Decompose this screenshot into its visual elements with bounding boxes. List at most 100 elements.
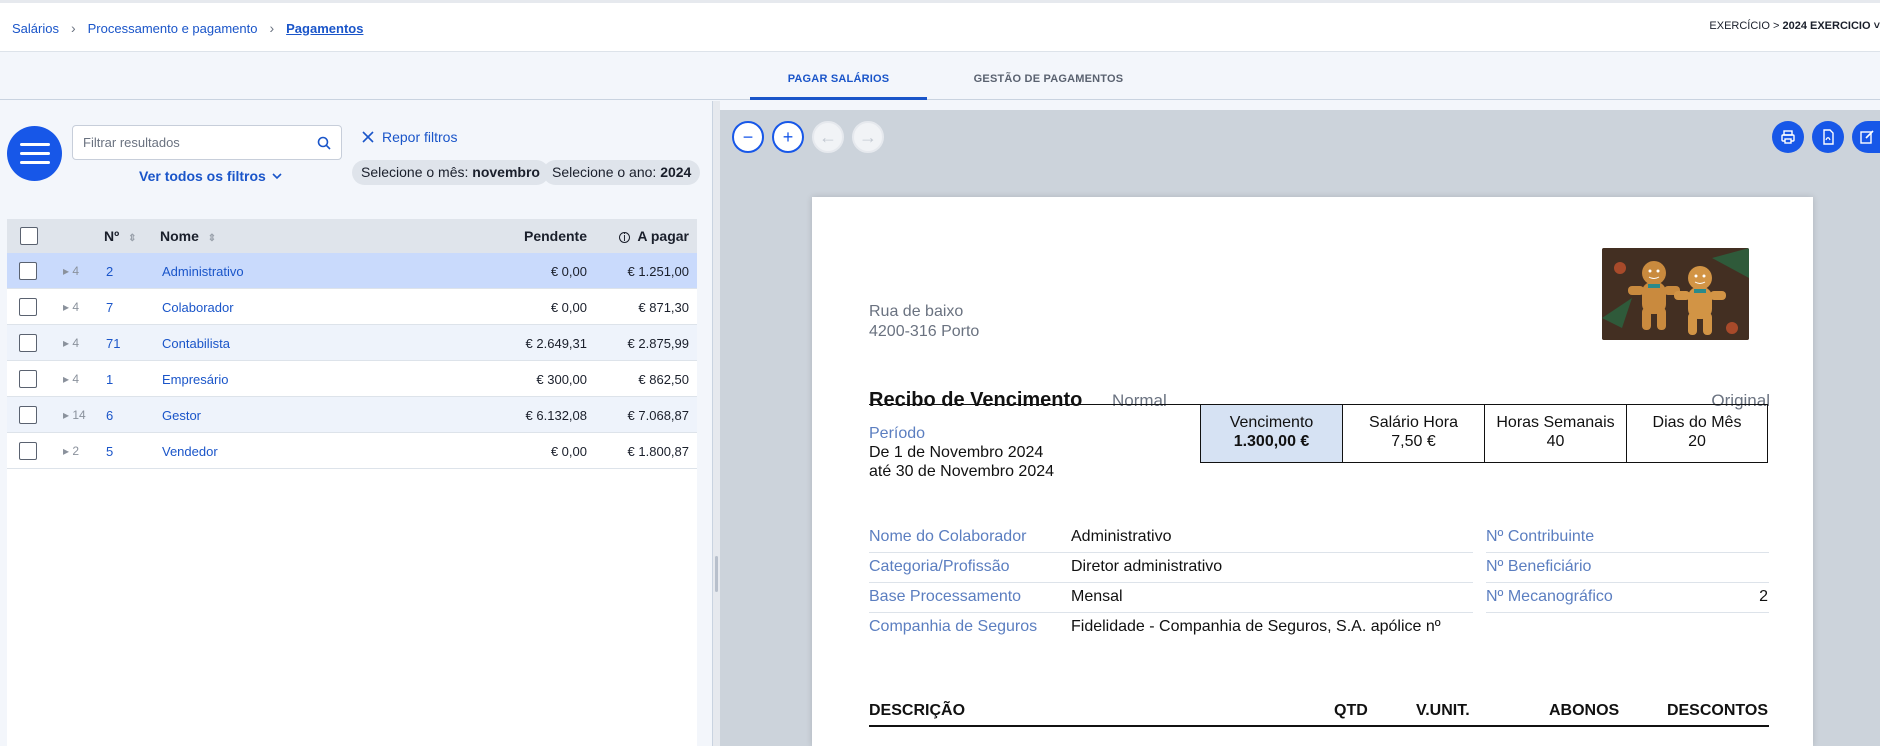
month-filter-label: Selecione o mês: bbox=[361, 164, 469, 180]
column-header-unit-value: V.UNIT. bbox=[1416, 702, 1470, 719]
reset-filters-label: Repor filtros bbox=[382, 129, 458, 145]
document-viewer: − + ← → Rua de baixo 4200-316 Porto Reci… bbox=[720, 110, 1880, 746]
print-icon bbox=[1781, 130, 1795, 144]
info-value: Mensal bbox=[1071, 588, 1123, 605]
all-filters-label: Ver todos os filtros bbox=[139, 168, 266, 184]
tab-pagar-salarios[interactable]: PAGAR SALÁRIOS bbox=[750, 73, 927, 100]
row-name[interactable]: Administrativo bbox=[162, 264, 244, 279]
search-input[interactable] bbox=[83, 135, 303, 150]
expand-icon[interactable]: ▸ 4 bbox=[63, 300, 79, 314]
info-label: Nome do Colaborador bbox=[869, 528, 1027, 545]
row-pending: € 0,00 bbox=[550, 300, 587, 315]
table-row[interactable]: ▸ 4 1 Empresário € 300,00 € 862,50 bbox=[7, 361, 697, 397]
tab-gestao-pagamentos[interactable]: GESTÃO DE PAGAMENTOS bbox=[960, 73, 1137, 100]
pdf-icon bbox=[1823, 129, 1834, 145]
row-name[interactable]: Colaborador bbox=[162, 300, 234, 315]
breadcrumb: Salários › Processamento e pagamento › P… bbox=[12, 20, 363, 36]
row-num: 5 bbox=[106, 444, 114, 459]
column-header-debits: DESCONTOS bbox=[1666, 702, 1768, 719]
table-row[interactable]: ▸ 14 6 Gestor € 6.132,08 € 7.068,87 bbox=[7, 397, 697, 433]
row-to-pay: € 862,50 bbox=[638, 372, 689, 387]
info-label: Categoria/Profissão bbox=[869, 558, 1010, 575]
period-from: De 1 de Novembro 2024 bbox=[869, 444, 1044, 461]
resize-grip-icon[interactable] bbox=[715, 556, 718, 592]
menu-button[interactable] bbox=[7, 126, 62, 181]
document-type: Normal bbox=[1112, 391, 1167, 410]
row-name[interactable]: Gestor bbox=[162, 408, 201, 423]
table-row[interactable]: ▸ 4 7 Colaborador € 0,00 € 871,30 bbox=[7, 289, 697, 325]
zoom-out-button[interactable]: − bbox=[732, 121, 764, 153]
panel-resizer[interactable] bbox=[712, 101, 720, 746]
previous-page-button[interactable]: ← bbox=[812, 121, 844, 153]
table-row[interactable]: ▸ 2 5 Vendedor € 0,00 € 1.800,87 bbox=[7, 433, 697, 469]
salary-cell-value: 40 bbox=[1546, 433, 1565, 450]
breadcrumb-link-processamento[interactable]: Processamento e pagamento bbox=[88, 21, 258, 36]
row-num: 7 bbox=[106, 300, 114, 315]
reset-filters-button[interactable]: Repor filtros bbox=[362, 129, 457, 145]
row-checkbox[interactable] bbox=[19, 298, 37, 316]
row-count: 4 bbox=[72, 264, 80, 278]
row-num: 71 bbox=[106, 336, 121, 351]
expand-icon[interactable]: ▸ 4 bbox=[63, 336, 79, 350]
year-filter-value: 2024 bbox=[660, 164, 692, 180]
info-label: Nº Contribuinte bbox=[1486, 528, 1595, 545]
edit-button[interactable] bbox=[1852, 121, 1880, 153]
info-value: Diretor administrativo bbox=[1071, 558, 1223, 575]
row-to-pay: € 2.875,99 bbox=[627, 336, 689, 351]
column-header-credits: ABONOS bbox=[1549, 702, 1620, 719]
row-pending: € 300,00 bbox=[536, 372, 587, 387]
expand-icon[interactable]: ▸ 4 bbox=[63, 372, 79, 386]
table-empty-area bbox=[7, 469, 697, 746]
row-checkbox[interactable] bbox=[19, 262, 37, 280]
salary-summary-box: Vencimento 1.300,00 € Salário Hora 7,50 … bbox=[1200, 404, 1768, 463]
breadcrumb-link-salarios[interactable]: Salários bbox=[12, 21, 59, 36]
export-pdf-button[interactable] bbox=[1812, 121, 1844, 153]
address-line: Rua de baixo bbox=[869, 303, 964, 320]
sort-icon: ⇕ bbox=[207, 233, 217, 244]
row-count: 4 bbox=[72, 300, 80, 314]
row-name[interactable]: Vendedor bbox=[162, 444, 218, 459]
salary-cell-label: Salário Hora bbox=[1369, 414, 1458, 431]
search-icon[interactable] bbox=[317, 136, 331, 150]
row-pending: € 6.132,08 bbox=[525, 408, 587, 423]
month-filter-chip[interactable]: Selecione o mês: novembro bbox=[352, 160, 549, 185]
year-filter-chip[interactable]: Selecione o ano: 2024 bbox=[543, 160, 701, 185]
expand-icon[interactable]: ▸ 2 bbox=[63, 444, 79, 458]
table-row[interactable]: ▸ 4 71 Contabilista € 2.649,31 € 2.875,9… bbox=[7, 325, 697, 361]
zoom-in-button[interactable]: + bbox=[772, 121, 804, 153]
company-address: Rua de baixo 4200-316 Porto bbox=[869, 302, 979, 342]
period-label: Período bbox=[869, 425, 926, 442]
employees-table: Nº ⇕ Nome ⇕ Pendente i A pagar ▸ 4 2 Adm… bbox=[7, 219, 697, 469]
row-checkbox[interactable] bbox=[19, 406, 37, 424]
column-header-to-pay[interactable]: i A pagar bbox=[607, 228, 689, 244]
salary-cell: Horas Semanais 40 bbox=[1485, 405, 1627, 462]
row-checkbox[interactable] bbox=[19, 442, 37, 460]
column-header-num[interactable]: Nº ⇕ bbox=[104, 228, 137, 244]
info-label: Companhia de Seguros bbox=[869, 618, 1038, 635]
salary-cell-label: Vencimento bbox=[1229, 414, 1314, 431]
hamburger-icon-line bbox=[19, 161, 50, 164]
left-panel: Repor filtros Ver todos os filtros Selec… bbox=[0, 101, 712, 746]
tabs-bar: PAGAR SALÁRIOS GESTÃO DE PAGAMENTOS bbox=[0, 52, 1880, 100]
period-block: Período De 1 de Novembro 2024 até 30 de … bbox=[869, 424, 1054, 481]
row-name[interactable]: Empresário bbox=[162, 372, 228, 387]
column-header-pending[interactable]: Pendente bbox=[477, 228, 587, 244]
top-bar: Salários › Processamento e pagamento › P… bbox=[0, 0, 1880, 52]
expand-icon[interactable]: ▸ 4 bbox=[63, 264, 79, 278]
select-all-checkbox[interactable] bbox=[20, 227, 38, 245]
salary-cell: Vencimento 1.300,00 € bbox=[1201, 405, 1343, 462]
exercise-selector[interactable]: EXERCÍCIO > 2024 EXERCICIO ˅ bbox=[1709, 20, 1880, 32]
next-page-button[interactable]: → bbox=[852, 121, 884, 153]
payslip-document: Rua de baixo 4200-316 Porto Recibo de Ve… bbox=[812, 197, 1813, 746]
salary-cell-value: 20 bbox=[1688, 433, 1706, 450]
all-filters-button[interactable]: Ver todos os filtros bbox=[139, 168, 282, 184]
print-button[interactable] bbox=[1772, 121, 1804, 153]
row-name[interactable]: Contabilista bbox=[162, 336, 230, 351]
column-header-name[interactable]: Nome ⇕ bbox=[160, 228, 216, 244]
expand-icon[interactable]: ▸ 14 bbox=[63, 408, 86, 422]
row-checkbox[interactable] bbox=[19, 370, 37, 388]
row-checkbox[interactable] bbox=[19, 334, 37, 352]
table-row[interactable]: ▸ 4 2 Administrativo € 0,00 € 1.251,00 bbox=[7, 253, 697, 289]
table-header: Nº ⇕ Nome ⇕ Pendente i A pagar bbox=[7, 219, 697, 253]
breadcrumb-current[interactable]: Pagamentos bbox=[286, 21, 363, 36]
